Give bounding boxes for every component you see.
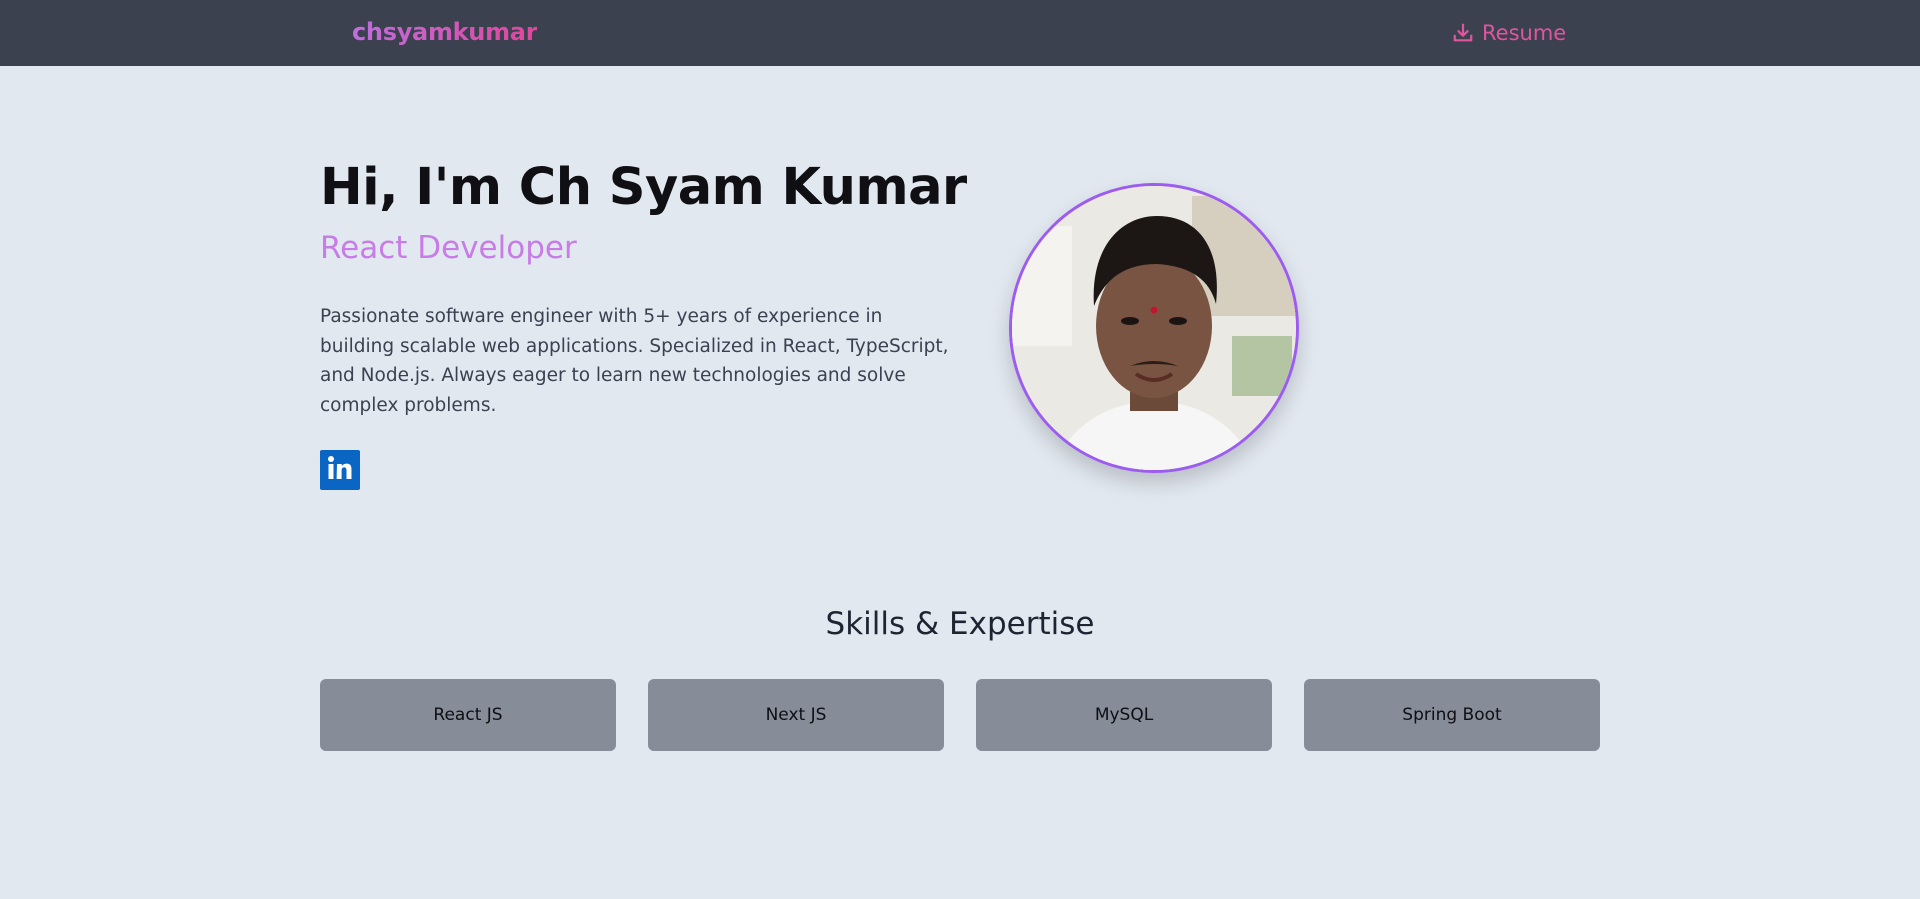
hero-title: Hi, I'm Ch Syam Kumar [320, 158, 967, 217]
skills-title: Skills & Expertise [825, 606, 1095, 642]
download-icon [1452, 22, 1474, 44]
linkedin-link[interactable] [320, 450, 360, 490]
profile-photo [1012, 186, 1296, 470]
skill-card: MySQL [976, 679, 1272, 751]
navbar: chsyamkumar Resume [0, 0, 1920, 66]
resume-button[interactable]: Resume [1452, 19, 1566, 47]
hero-role: React Developer [320, 230, 577, 266]
linkedin-icon [325, 453, 355, 487]
hero-bio: Passionate software engineer with 5+ yea… [320, 306, 949, 416]
skill-card: Spring Boot [1304, 679, 1600, 751]
resume-label: Resume [1482, 21, 1567, 45]
profile-avatar [1009, 183, 1299, 473]
skill-card: Next JS [648, 679, 944, 751]
skill-card: React JS [320, 679, 616, 751]
brand-logo[interactable]: chsyamkumar [352, 18, 538, 46]
